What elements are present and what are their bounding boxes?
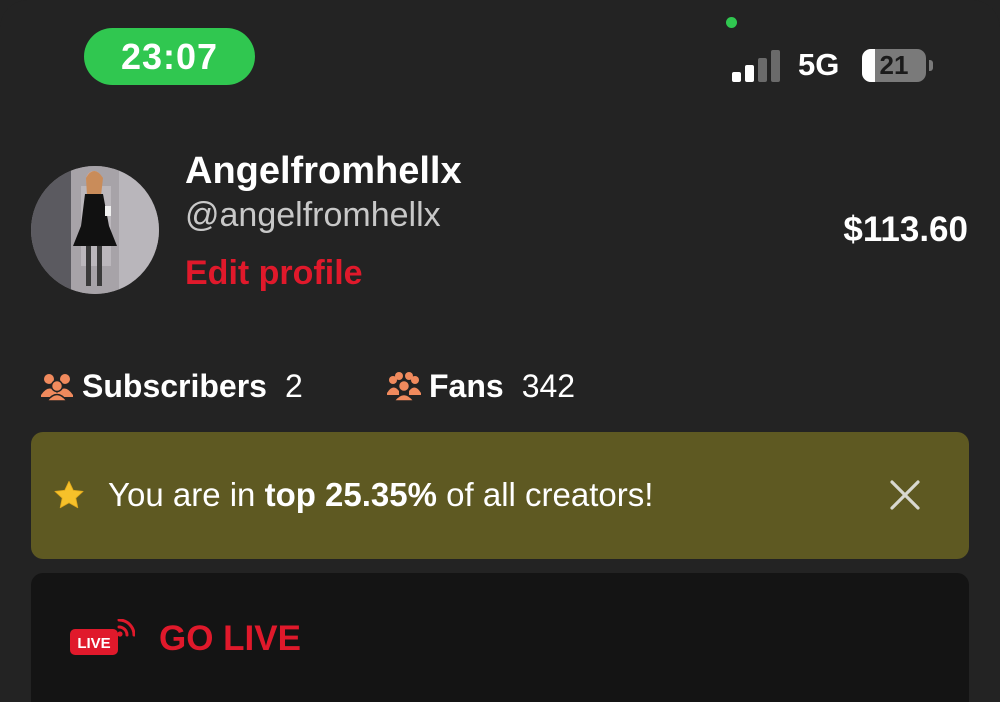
cellular-signal-icon: [732, 50, 780, 82]
live-badge-text: LIVE: [77, 635, 110, 652]
network-type: 5G: [798, 47, 840, 82]
subscribers-label: Subscribers: [82, 367, 267, 404]
live-broadcast-icon: LIVE: [70, 619, 135, 655]
people-group-icon: [41, 374, 73, 401]
profile-screen: 23:07 5G 21 Angelfromhellx @angelfromhel…: [0, 0, 1000, 702]
subscribers-count: 2: [284, 367, 303, 404]
subscribers-stat[interactable]: Subscribers 2: [40, 364, 303, 408]
display-name: Angelfromhellx: [185, 150, 462, 192]
signal-bar-1: [732, 72, 741, 82]
ranking-banner: You are in top 25.35% of all creators!: [31, 432, 969, 559]
people-crowd-icon: [387, 372, 421, 401]
battery-icon: 21: [862, 49, 926, 82]
status-time[interactable]: 23:07: [84, 28, 255, 85]
avatar[interactable]: [31, 166, 159, 294]
fans-stat[interactable]: Fans 342: [387, 364, 575, 408]
fans-label: Fans: [429, 367, 504, 404]
ranking-prefix: You are in: [108, 476, 265, 513]
account-balance[interactable]: $113.60: [843, 210, 968, 250]
close-icon[interactable]: [887, 477, 923, 513]
privacy-indicator-dot: [726, 17, 737, 28]
battery-tip: [929, 60, 933, 71]
ranking-percentile: top 25.35%: [264, 476, 437, 513]
signal-bar-3: [758, 58, 767, 82]
username-handle: @angelfromhellx: [185, 196, 441, 234]
status-time-text: 23:07: [120, 35, 219, 77]
signal-bar-2: [745, 65, 754, 82]
star-icon: [54, 480, 84, 509]
signal-bar-4: [771, 50, 780, 82]
ranking-suffix: of all creators!: [436, 476, 654, 513]
fans-count: 342: [521, 367, 576, 404]
go-live-label: GO LIVE: [159, 619, 301, 658]
edit-profile-link[interactable]: Edit profile: [185, 254, 363, 293]
battery-level: 21: [879, 50, 909, 80]
ranking-message: You are in top 25.35% of all creators!: [108, 476, 653, 514]
go-live-button[interactable]: LIVE GO LIVE: [31, 573, 969, 702]
